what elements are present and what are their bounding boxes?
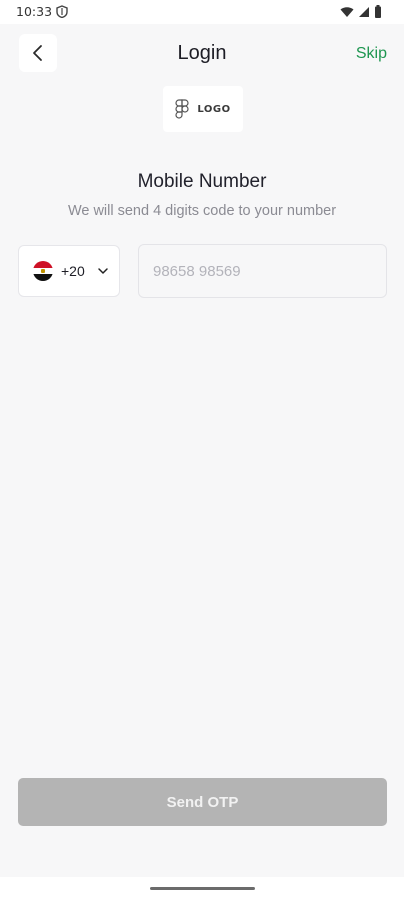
section-title: Mobile Number	[137, 171, 267, 192]
header: Login Skip	[0, 24, 404, 82]
country-code-select[interactable]: +20	[18, 245, 120, 297]
status-time: 10:33	[16, 4, 53, 19]
status-icons	[340, 5, 382, 18]
dial-code: +20	[61, 263, 85, 279]
section-subtitle: We will send 4 digits code to your numbe…	[67, 203, 337, 219]
egypt-flag-icon	[33, 261, 53, 281]
wifi-icon	[340, 6, 354, 17]
logo-text: LOGO	[197, 103, 231, 115]
signal-icon	[359, 6, 369, 17]
logo: LOGO	[163, 86, 243, 132]
navigation-bar	[0, 877, 404, 900]
skip-link[interactable]: Skip	[356, 45, 387, 63]
status-bar: 10:33	[0, 0, 404, 24]
page-title: Login	[177, 42, 227, 64]
home-indicator[interactable]	[150, 887, 255, 890]
shield-icon	[56, 5, 68, 18]
send-otp-button[interactable]: Send OTP	[18, 778, 387, 826]
login-screen: 10:33 Login Skip LOGO Mobile Number We w…	[0, 0, 404, 900]
phone-input-container	[138, 244, 387, 298]
chevron-down-icon	[98, 268, 108, 274]
phone-number-input[interactable]	[139, 245, 386, 297]
figma-logo-icon	[175, 99, 189, 119]
battery-icon	[375, 5, 381, 18]
